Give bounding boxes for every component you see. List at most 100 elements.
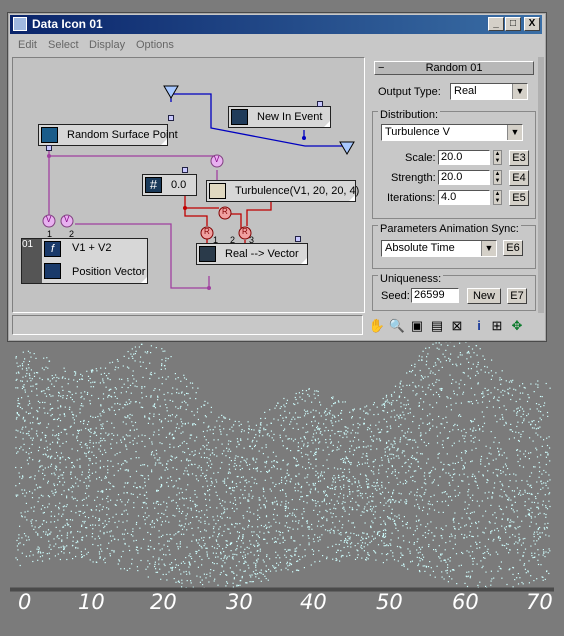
menu-options[interactable]: Options (136, 39, 174, 51)
axis-label-20: 20 (150, 590, 177, 614)
port-v1: V (46, 215, 52, 224)
port-num-1: 1 (213, 235, 219, 245)
port-num-3: 3 (249, 235, 255, 245)
node-v1-plus-v2-label: V1 + V2 (72, 242, 112, 254)
node-constant-value: 0.0 (171, 179, 187, 191)
status-bar (12, 315, 363, 335)
anim-sync-dropdown[interactable]: Absolute Time ▼ (381, 240, 497, 257)
port-num-2-left: 2 (69, 229, 75, 239)
node-constant[interactable]: # 0.0 (142, 174, 197, 196)
maximize-button[interactable]: □ (505, 17, 521, 31)
port-r-left: R (204, 227, 210, 236)
node-graph-canvas[interactable]: V V V R R R New In Event Random Surface … (12, 57, 365, 313)
port-rsp-out[interactable] (46, 145, 52, 151)
scale-label: Scale: (405, 152, 436, 164)
chevron-down-icon: ▼ (507, 125, 522, 140)
converter-icon (199, 246, 216, 262)
strength-expose-button[interactable]: E4 (509, 170, 529, 186)
node-random-surface-point[interactable]: Random Surface Point (38, 124, 178, 146)
iterations-spinner[interactable]: ▲ ▼ (493, 190, 502, 205)
port-rtv-in[interactable] (295, 236, 301, 242)
output-type-value: Real (454, 85, 477, 97)
window-title: Data Icon 01 (32, 17, 103, 31)
seed-input[interactable]: 26599 (411, 288, 459, 303)
port-constant-in[interactable] (182, 167, 188, 173)
strength-label: Strength: (391, 172, 436, 184)
anim-sync-value: Absolute Time (385, 242, 455, 254)
menu-bar: Edit Select Display Options (10, 36, 542, 54)
node-turbulence-label: Turbulence(V1, 20, 20, 4) (235, 185, 360, 197)
distribution-label: Distribution: (378, 109, 441, 121)
node-v1-plus-v2[interactable]: 01 f V1 + V2 Position Vector (21, 238, 148, 284)
chevron-down-icon: ▼ (481, 241, 496, 256)
output-type-dropdown[interactable]: Real ▼ (450, 83, 528, 100)
distribution-dropdown[interactable]: Turbulence V ▼ (381, 124, 523, 141)
hierarchy-icon[interactable]: ⊞ (488, 317, 506, 335)
port-num-2: 2 (230, 235, 236, 245)
seed-label: Seed: (381, 290, 410, 302)
close-button[interactable]: X (524, 17, 540, 31)
axis-label-40: 40 (300, 590, 327, 614)
menu-select[interactable]: Select (48, 39, 79, 51)
pan-hand-icon[interactable]: ✋ (368, 317, 386, 335)
navigation-icon[interactable]: ✥ (508, 317, 526, 335)
title-bar[interactable]: Data Icon 01 _ □ X (10, 15, 542, 34)
node-turbulence[interactable]: Turbulence(V1, 20, 20, 4) (206, 180, 360, 202)
zoom-extents-selected-icon[interactable]: ⊠ (448, 317, 466, 335)
anim-sync-label: Parameters Animation Sync: (378, 223, 521, 235)
uniqueness-group: Uniqueness: Seed: 26599 New E7 (372, 273, 536, 311)
chevron-down-icon: ▼ (512, 84, 527, 99)
info-icon[interactable]: i (470, 317, 488, 335)
data-icon-window: Data Icon 01 _ □ X Edit Select Display O… (7, 12, 547, 342)
node-real-to-vector[interactable]: Real --> Vector (196, 243, 308, 265)
port-v2: V (64, 215, 70, 224)
zoom-region-icon[interactable]: ▣ (408, 317, 426, 335)
iterations-value: 4.0 (441, 191, 457, 203)
hash-icon: # (145, 177, 162, 193)
port-v-turbulence: V (214, 155, 220, 164)
axis-label-10: 10 (78, 590, 105, 614)
menu-display[interactable]: Display (89, 39, 125, 51)
zoom-extents-icon[interactable]: ▤ (428, 317, 446, 335)
minimize-button[interactable]: _ (488, 17, 504, 31)
port-new-in-event-out[interactable] (317, 101, 323, 107)
scale-spinner[interactable]: ▲ ▼ (493, 150, 502, 165)
anim-sync-expose-button[interactable]: E6 (503, 240, 523, 256)
distribution-value: Turbulence V (385, 126, 451, 138)
event-icon (231, 109, 248, 125)
output-type-label: Output Type: (378, 86, 441, 98)
port-r-top: R (222, 207, 228, 216)
port-rsp-in[interactable] (168, 115, 174, 121)
iterations-expose-button[interactable]: E5 (509, 190, 529, 206)
panel-scrollbar[interactable] (538, 57, 544, 313)
distribution-group: Distribution: Turbulence V ▼ Scale: 20.0… (372, 109, 536, 219)
window-icon (13, 17, 27, 31)
node-new-in-event[interactable]: New In Event (228, 106, 331, 128)
node-index: 01 (22, 239, 42, 283)
surface-icon (41, 127, 58, 143)
axis-label-30: 30 (226, 590, 253, 614)
scale-input[interactable]: 20.0 ▲ ▼ (438, 150, 502, 165)
strength-input[interactable]: 20.0 ▲ ▼ (438, 170, 502, 185)
axis-label-0: 0 (18, 590, 32, 614)
strength-value: 20.0 (441, 171, 463, 183)
zoom-icon[interactable]: 🔍 (388, 317, 406, 335)
seed-value: 26599 (414, 289, 445, 301)
seed-expose-button[interactable]: E7 (507, 288, 527, 304)
scale-expose-button[interactable]: E3 (509, 150, 529, 166)
rollout-header[interactable]: − Random 01 (374, 61, 534, 75)
iterations-input[interactable]: 4.0 ▲ ▼ (438, 190, 502, 205)
axis-label-70: 70 (526, 590, 553, 614)
scale-value: 20.0 (441, 151, 463, 163)
axis-label-60: 60 (452, 590, 479, 614)
function-icon: f (44, 241, 61, 257)
dice-icon (209, 183, 226, 199)
node-new-in-event-label: New In Event (257, 111, 323, 123)
new-seed-button[interactable]: New (467, 288, 501, 304)
node-real-to-vector-label: Real --> Vector (225, 248, 299, 260)
rollout-title: Random 01 (425, 62, 483, 74)
collapse-icon: − (378, 62, 385, 74)
strength-spinner[interactable]: ▲ ▼ (493, 170, 502, 185)
menu-edit[interactable]: Edit (18, 39, 37, 51)
parameter-panel: − Random 01 Output Type: Real ▼ Distribu… (368, 57, 539, 313)
